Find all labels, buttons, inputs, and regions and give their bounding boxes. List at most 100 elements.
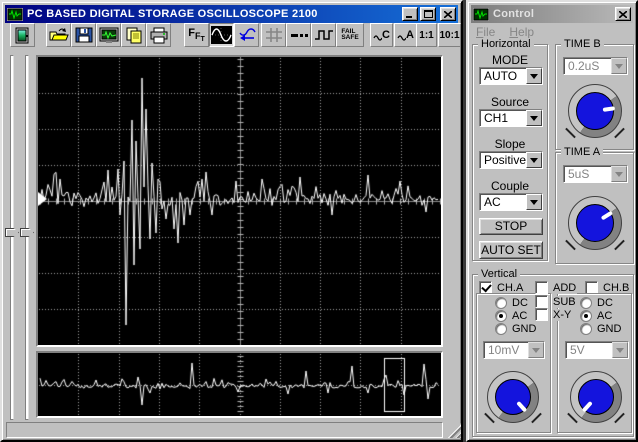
minimize-button[interactable] <box>402 7 418 21</box>
chevron-down-icon <box>615 171 623 181</box>
close-icon <box>444 10 452 18</box>
chb-dc-row: DC <box>580 297 614 309</box>
open-button[interactable] <box>46 23 71 47</box>
vertical-group-label: Vertical <box>478 268 521 280</box>
time-b-group-label: TIME B <box>561 38 604 50</box>
probe-1to1-button[interactable]: 1:1 <box>416 23 437 47</box>
add-row: ADD <box>535 281 578 294</box>
add-checkbox[interactable] <box>535 281 548 294</box>
source-label: Source <box>490 95 530 109</box>
time-b-knob[interactable] <box>565 83 625 139</box>
calibrate-c-label: C <box>382 29 390 41</box>
time-a-knob[interactable] <box>565 195 625 251</box>
slope-label: Slope <box>494 137 526 151</box>
chb-dc-label: DC <box>596 297 614 309</box>
horizontal-group-label: Horizontal <box>478 38 534 50</box>
cha-ac-radio[interactable] <box>495 310 507 322</box>
main-scope-display[interactable] <box>36 55 443 347</box>
chb-ac-radio[interactable] <box>580 310 592 322</box>
cha-position-slider-thumb[interactable] <box>5 228 19 237</box>
cha-range-select[interactable]: 10mV <box>483 341 545 359</box>
close-button[interactable] <box>440 7 456 21</box>
dotted-line-button[interactable] <box>286 23 311 47</box>
resize-grip[interactable] <box>446 423 461 438</box>
exit-button[interactable] <box>10 23 35 47</box>
xy-checkbox[interactable] <box>535 308 548 321</box>
probe-1to1-label: 1:1 <box>419 29 434 41</box>
menu-file[interactable]: File <box>476 25 495 39</box>
time-a-select[interactable]: 5uS <box>563 165 628 183</box>
dropdown-button[interactable] <box>526 194 542 210</box>
print-button[interactable] <box>146 23 171 47</box>
auto-set-button[interactable]: AUTO SET <box>479 241 543 259</box>
chb-position-slider-track[interactable] <box>25 55 29 420</box>
grid-toggle-button[interactable] <box>261 23 286 47</box>
maximize-icon <box>423 10 433 18</box>
calibrate-c-button[interactable]: C <box>370 23 393 47</box>
dropdown-button[interactable] <box>526 152 542 168</box>
probe-10to1-button[interactable]: 10:1 <box>438 23 461 47</box>
chevron-down-icon <box>616 347 624 357</box>
xy-row: X-Y <box>535 308 573 321</box>
exit-door-icon <box>15 27 29 43</box>
sub-row: SUB <box>535 295 577 308</box>
chevron-down-icon <box>530 157 538 167</box>
sub-checkbox[interactable] <box>535 295 548 308</box>
overview-scope-display[interactable] <box>36 351 443 418</box>
chevron-down-icon <box>615 63 623 73</box>
chb-gnd-row: GND <box>580 323 623 335</box>
stop-button[interactable]: STOP <box>479 218 543 235</box>
tilde-wave-icon <box>373 35 383 41</box>
printer-icon <box>150 27 167 43</box>
waveform-mode-button[interactable] <box>209 23 234 47</box>
chb-gnd-radio[interactable] <box>580 323 592 335</box>
fft-label: F F T <box>188 27 205 43</box>
cha-position-slider-track[interactable] <box>10 55 14 420</box>
chb-position-slider-thumb[interactable] <box>20 228 34 237</box>
chb-dc-radio[interactable] <box>580 297 592 309</box>
vertical-group: Vertical CH.A ADD CH.B SUB X-Y DC AC GND… <box>472 268 634 437</box>
knob-pointer <box>602 106 616 112</box>
cha-gain-knob[interactable] <box>484 370 542 424</box>
recall-button[interactable] <box>234 23 259 47</box>
chb-gain-knob[interactable] <box>567 370 625 424</box>
horizontal-group: Horizontal MODE AUTO Source CH1 Slope Po… <box>472 38 548 261</box>
control-close-button[interactable] <box>615 7 631 21</box>
mode-select[interactable]: AUTO <box>479 67 543 85</box>
knob-pointer <box>581 400 593 413</box>
slope-select[interactable]: Positive <box>479 151 543 169</box>
chb-label: CH.B <box>602 281 631 294</box>
recall-wave-arrow-icon <box>238 28 256 41</box>
fft-button[interactable]: F F T <box>184 23 209 47</box>
control-window-title: Control <box>493 8 535 20</box>
failsafe-button[interactable]: FAIL SAFE <box>336 23 364 47</box>
control-window: Control File Help Horizontal MODE AUTO S… <box>466 0 638 442</box>
display-button[interactable] <box>96 23 121 47</box>
chevron-down-icon <box>530 199 538 209</box>
maximize-button[interactable] <box>420 7 436 21</box>
calibrate-a-label: A <box>406 29 414 41</box>
couple-select[interactable]: AC <box>479 193 543 211</box>
chb-range-select[interactable]: 5V <box>565 341 629 359</box>
main-titlebar[interactable]: PC BASED DIGITAL STORAGE OSCILLOSCOPE 21… <box>5 5 458 23</box>
menu-help[interactable]: Help <box>509 25 534 39</box>
copy-button[interactable] <box>121 23 146 47</box>
cha-gnd-radio[interactable] <box>495 323 507 335</box>
calibrate-a-button[interactable]: A <box>394 23 417 47</box>
add-label: ADD <box>552 281 578 294</box>
control-titlebar[interactable]: Control <box>471 5 633 23</box>
save-button[interactable] <box>71 23 96 47</box>
dropdown-button[interactable] <box>526 110 542 126</box>
scope-display-icon <box>99 27 118 43</box>
dropdown-button[interactable] <box>526 68 542 84</box>
overview-scope-canvas <box>38 353 441 416</box>
square-wave-button[interactable] <box>311 23 336 47</box>
cha-ac-row: AC <box>495 310 529 322</box>
dotted-line-icon <box>290 34 308 37</box>
cha-dc-radio[interactable] <box>495 297 507 309</box>
chevron-down-icon <box>530 115 538 125</box>
knob-pointer <box>600 210 614 221</box>
square-wave-icon <box>314 30 333 40</box>
source-select[interactable]: CH1 <box>479 109 543 127</box>
time-b-select[interactable]: 0.2uS <box>563 57 628 75</box>
